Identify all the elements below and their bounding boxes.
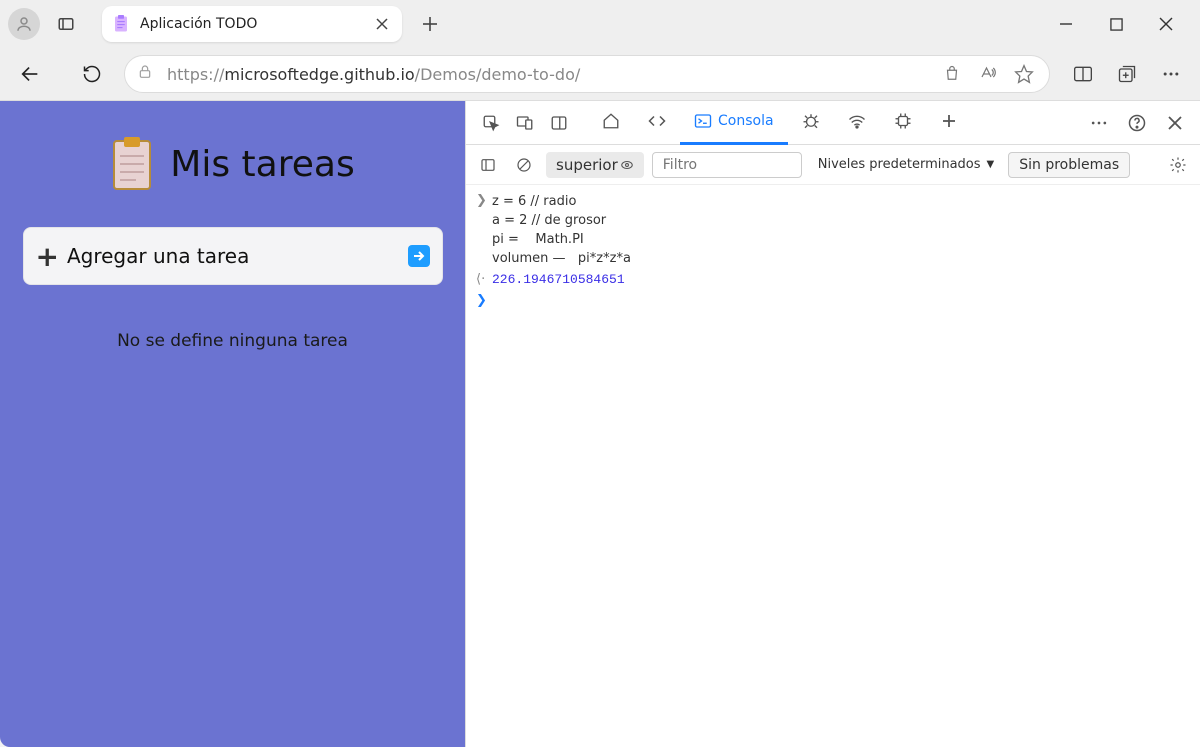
add-task-placeholder: Agregar una tarea	[67, 244, 249, 268]
devtools-tabs: Consola	[466, 101, 1200, 145]
address-bar[interactable]: https://microsoftedge.github.io/Demos/de…	[124, 55, 1050, 93]
devtools-tab-performance[interactable]	[880, 101, 926, 145]
addressbar: https://microsoftedge.github.io/Demos/de…	[0, 48, 1200, 100]
split-screen-icon[interactable]	[1066, 57, 1100, 91]
console-tab-label: Consola	[718, 113, 774, 129]
profile-icon[interactable]	[8, 8, 40, 40]
console-input-entry: ❯ z = 6 // radio a = 2 // de grosor pi =…	[476, 191, 1190, 270]
favorite-icon[interactable]	[1011, 61, 1037, 87]
minimize-button[interactable]	[1052, 10, 1080, 38]
network-icon	[848, 112, 866, 130]
console-filter-input[interactable]	[652, 152, 802, 178]
devtools-tab-network[interactable]	[834, 101, 880, 145]
devtools-tab-add[interactable]	[926, 101, 972, 145]
live-expression-icon	[620, 158, 634, 172]
log-levels-selector[interactable]: Niveles predeterminados	[818, 157, 981, 172]
add-task-input[interactable]: + Agregar una tarea	[23, 227, 443, 285]
plus-icon	[940, 112, 958, 130]
console-output-entry: ⟨· 226.1946710584651	[476, 270, 1190, 289]
site-info-lock-icon[interactable]	[137, 64, 157, 84]
input-chevron-icon: ❯	[476, 193, 492, 208]
console-toolbar: superior Niveles predeterminados ▼ Sin p…	[466, 145, 1200, 185]
console-prompt[interactable]: ❯	[476, 289, 1190, 308]
toolbar-right	[1066, 57, 1188, 91]
tab-close-button[interactable]	[372, 14, 392, 34]
chevron-down-icon: ▼	[987, 159, 995, 170]
tab-favicon-icon	[112, 15, 130, 33]
console-code: z = 6 // radio a = 2 // de grosor pi = M…	[492, 193, 631, 268]
clear-console-icon[interactable]	[510, 151, 538, 179]
tab-title: Aplicación TODO	[140, 16, 372, 32]
inspect-icon[interactable]	[474, 106, 508, 140]
device-toggle-icon[interactable]	[508, 106, 542, 140]
browser-tab[interactable]: Aplicación TODO	[102, 6, 402, 42]
url-text: https://microsoftedge.github.io/Demos/de…	[167, 65, 580, 84]
devtools-more-icon[interactable]	[1082, 106, 1116, 140]
home-icon	[602, 112, 620, 130]
close-window-button[interactable]	[1152, 10, 1180, 38]
console-settings-icon[interactable]	[1164, 151, 1192, 179]
devtools-tab-console[interactable]: Consola	[680, 101, 788, 145]
tab-actions-icon[interactable]	[50, 8, 82, 40]
titlebar: Aplicación TODO	[0, 0, 1200, 48]
chip-icon	[894, 112, 912, 130]
elements-icon	[648, 112, 666, 130]
collections-icon[interactable]	[1110, 57, 1144, 91]
read-aloud-icon[interactable]	[975, 61, 1001, 87]
address-actions	[939, 61, 1037, 87]
console-icon	[694, 112, 712, 130]
empty-state-text: No se define ninguna tarea	[117, 331, 348, 351]
toggle-sidebar-icon[interactable]	[474, 151, 502, 179]
more-menu-icon[interactable]	[1154, 57, 1188, 91]
shopping-icon[interactable]	[939, 61, 965, 87]
maximize-button[interactable]	[1102, 10, 1130, 38]
console-body: ❯ z = 6 // radio a = 2 // de grosor pi =…	[466, 185, 1200, 314]
devtools-close-icon[interactable]	[1158, 106, 1192, 140]
window-controls	[1040, 10, 1192, 38]
new-tab-button[interactable]	[412, 6, 448, 42]
page-heading: Mis tareas	[110, 137, 354, 191]
bug-icon	[802, 112, 820, 130]
prompt-chevron-icon: ❯	[476, 293, 492, 308]
content-split: Mis tareas + Agregar una tarea No se def…	[0, 101, 1200, 747]
devtools-tab-sources[interactable]	[788, 101, 834, 145]
page-title: Mis tareas	[170, 144, 354, 185]
browser-chrome: Aplicación TODO https://microsoftedge.gi	[0, 0, 1200, 101]
output-chevron-icon: ⟨·	[476, 272, 492, 287]
devtools-tab-elements[interactable]	[634, 101, 680, 145]
submit-task-button[interactable]	[408, 245, 430, 267]
console-context-selector[interactable]: superior	[546, 152, 644, 178]
page-panel: Mis tareas + Agregar una tarea No se def…	[0, 101, 465, 747]
devtools-help-icon[interactable]	[1120, 106, 1154, 140]
issues-button[interactable]: Sin problemas	[1008, 152, 1130, 178]
plus-icon: +	[36, 240, 59, 273]
devtools-tab-welcome[interactable]	[588, 101, 634, 145]
devtools-panel: Consola superior Niveles predeterminados…	[465, 101, 1200, 747]
dock-side-icon[interactable]	[542, 106, 576, 140]
back-button[interactable]	[12, 56, 48, 92]
console-result: 226.1946710584651	[492, 272, 625, 287]
refresh-button[interactable]	[74, 56, 110, 92]
clipboard-icon	[110, 137, 154, 191]
